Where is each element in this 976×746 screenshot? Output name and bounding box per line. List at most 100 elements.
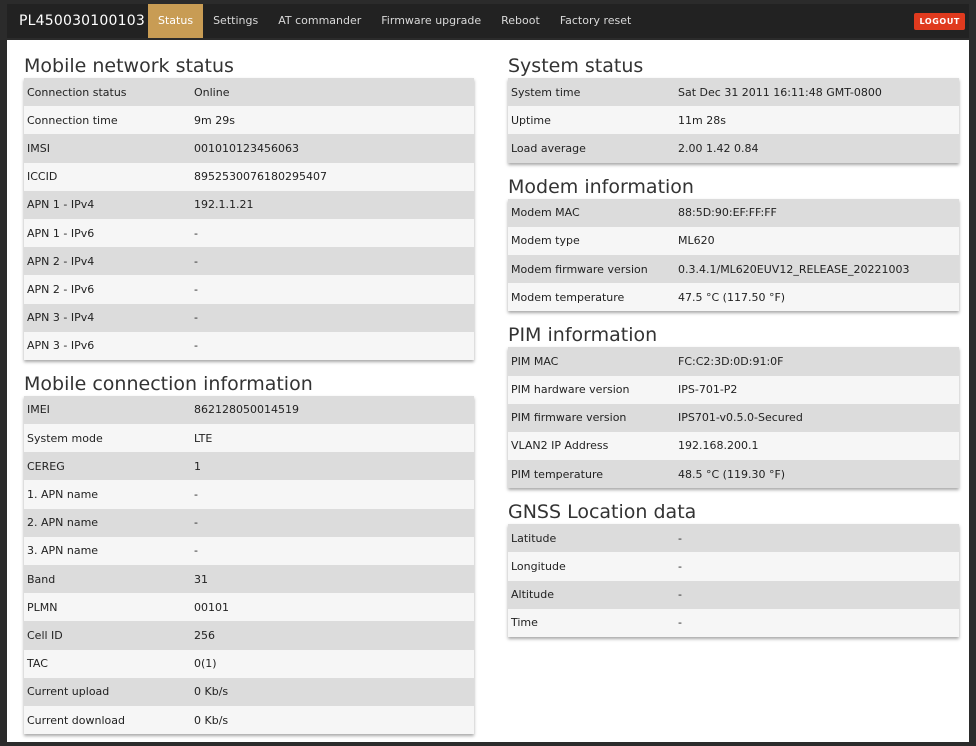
tab-factory-reset[interactable]: Factory reset [550,4,642,38]
top-navbar: PL450030100103 Status Settings AT comman… [7,4,969,38]
table-row: APN 3 - IPv6 - [24,331,474,360]
row-label: Cell ID [27,628,63,642]
row-value: 0.3.4.1/ML620EUV12_RELEASE_20221003 [678,262,910,276]
row-label: Current upload [27,685,110,699]
table-row: Modem temperature 47.5 °C (117.50 °F) [508,283,959,312]
row-label: VLAN2 IP Address [511,439,609,453]
row-value: 862128050014519 [194,403,299,417]
row-label: Connection status [27,85,127,99]
row-value: - [678,560,682,574]
pim-information-table: PIM MAC FC:C2:3D:0D:91:0F PIM hardware ver… [508,347,959,489]
table-row: PIM temperature 48.5 °C (119.30 °F) [508,460,959,489]
row-value: 2.00 1.42 0.84 [678,141,759,155]
row-value: - [194,226,198,240]
system-status-table: System time Sat Dec 31 2011 16:11:48 GMT-… [508,78,959,163]
row-label: 3. APN name [27,544,99,558]
row-label: Current download [27,713,126,727]
logout-button[interactable]: LOGOUT [914,13,965,30]
row-value: Online [194,85,230,99]
row-label: Altitude [511,588,554,602]
tab-reboot[interactable]: Reboot [491,4,550,38]
section-title-system-status: System status [508,55,644,77]
table-row: Longitude - [508,552,959,581]
table-row: Current upload 0 Kb/s [24,677,474,706]
row-label: PIM MAC [511,354,559,368]
table-row: Load average 2.00 1.42 0.84 [508,134,959,163]
right-column: System status System time Sat Dec 31 2011… [508,54,959,649]
table-row: PIM firmware version IPS701-v0.5.0-Secure… [508,403,959,432]
row-value: 00101 [194,600,229,614]
row-label: APN 2 - IPv6 [27,282,95,296]
row-label: PIM hardware version [511,383,630,397]
row-value: ML620 [678,234,715,248]
device-id: PL450030100103 [19,13,145,29]
tab-status[interactable]: Status [148,4,204,38]
table-row: APN 3 - IPv4 - [24,303,474,332]
row-label: System mode [27,431,103,445]
tab-firmware-upgrade[interactable]: Firmware upgrade [371,4,491,38]
table-row: Latitude - [508,524,959,553]
row-label: Latitude [511,531,557,545]
row-value: - [194,516,198,530]
row-value: - [194,544,198,558]
tab-settings[interactable]: Settings [203,4,268,38]
row-value: 192.1.1.21 [194,198,254,212]
row-value: 11m 28s [678,113,726,127]
row-value: 256 [194,628,215,642]
table-row: Connection time 9m 29s [24,106,474,135]
row-label: Modem temperature [511,290,625,304]
table-row: Current download 0 Kb/s [24,705,474,735]
row-value: 31 [194,572,208,586]
table-row: CEREG 1 [24,452,474,481]
row-value: 0(1) [194,657,217,671]
row-value: 48.5 °C (119.30 °F) [678,467,786,481]
main-content: Mobile network status Connection status O… [7,40,969,742]
section-title-mobile-connection-information: Mobile connection information [24,372,313,395]
table-row: IMEI 862128050014519 [24,395,474,425]
row-value: 0 Kb/s [194,713,229,727]
row-value: 8952530076180295407 [194,170,327,184]
row-value: 9m 29s [194,113,235,127]
table-row: PIM hardware version IPS-701-P2 [508,375,959,404]
section-title-pim-information: PIM information [508,324,658,347]
table-row: System time Sat Dec 31 2011 16:11:48 GMT-… [508,78,959,107]
section-title-gnss-location-data: GNSS Location data [508,501,697,524]
table-row: VLAN2 IP Address 192.168.200.1 [508,431,959,461]
row-label: APN 1 - IPv4 [27,198,95,212]
row-value: - [194,488,198,502]
window-frame-left [0,0,7,746]
table-row: IMSI 001010123456063 [24,134,474,163]
left-column: Mobile network status Connection status O… [24,54,474,746]
section-title-mobile-network-status: Mobile network status [24,55,234,77]
table-row: TAC 0(1) [24,649,474,678]
row-label: APN 2 - IPv4 [27,254,95,268]
table-row: Cell ID 256 [24,621,474,650]
row-label: APN 3 - IPv6 [27,339,95,353]
row-label: Modem MAC [511,206,580,220]
row-label: APN 1 - IPv6 [27,226,95,240]
row-label: Load average [511,141,586,155]
table-row: Altitude - [508,580,959,609]
row-label: PIM temperature [511,467,604,481]
row-label: ICCID [27,170,58,184]
table-row: Modem type ML620 [508,226,959,255]
row-value: 88:5D:90:EF:FF:FF [678,206,777,220]
row-label: 1. APN name [27,488,99,502]
table-row: ICCID 8952530076180295407 [24,162,474,191]
mobile-connection-information-table: IMEI 862128050014519 System mode LTE CEREG 1 1… [24,395,474,735]
row-label: TAC [27,657,48,671]
row-label: IMSI [27,141,50,155]
row-value: 1 [194,459,201,473]
row-value: 001010123456063 [194,141,299,155]
row-value: FC:C2:3D:0D:91:0F [678,354,784,368]
table-row: APN 1 - IPv6 - [24,218,474,248]
row-label: Uptime [511,113,551,127]
tab-at-commander[interactable]: AT commander [268,4,371,38]
table-row: Modem MAC 88:5D:90:EF:FF:FF [508,198,959,227]
row-value: IPS-701-P2 [678,383,738,397]
row-label: APN 3 - IPv4 [27,311,95,325]
row-label: CEREG [27,459,65,473]
table-row: 2. APN name - [24,508,474,537]
table-row: System mode LTE [24,424,474,453]
table-row: Connection status Online [24,78,474,107]
